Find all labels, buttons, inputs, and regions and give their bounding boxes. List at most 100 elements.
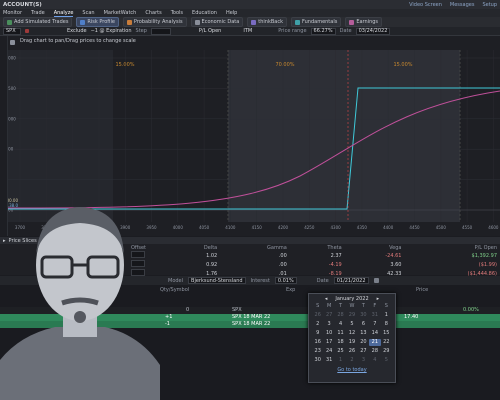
dropdown-arrow-icon[interactable] bbox=[25, 29, 29, 33]
calendar-day[interactable]: 2 bbox=[346, 357, 357, 364]
calendar-day[interactable]: 22 bbox=[381, 339, 392, 346]
interest-field[interactable]: 0.01% bbox=[274, 277, 297, 284]
menu-scan[interactable]: Scan bbox=[82, 10, 94, 16]
calendar-day[interactable]: 9 bbox=[312, 330, 323, 337]
fundamentals-tab[interactable]: Fundamentals bbox=[291, 17, 342, 27]
calendar-day[interactable]: 3 bbox=[323, 321, 334, 328]
economic-data-tab[interactable]: Economic Data bbox=[190, 17, 244, 27]
calendar-day[interactable]: 26 bbox=[346, 348, 357, 355]
date-field[interactable]: 03/24/2022 bbox=[355, 27, 391, 35]
x-tick-label: 4500 bbox=[436, 225, 447, 230]
x-tick-label: 4600 bbox=[488, 225, 499, 230]
prev-month-icon[interactable]: ◂ bbox=[325, 296, 328, 302]
price-range-field[interactable]: 66.27% bbox=[310, 27, 336, 35]
exclude-selector[interactable]: Exclude bbox=[67, 28, 87, 34]
calendar-day[interactable]: 14 bbox=[369, 330, 380, 337]
model-selector[interactable]: Bjerksund-Stensland bbox=[188, 277, 246, 284]
calendar-day[interactable]: 10 bbox=[323, 330, 334, 337]
x-tick-label: 4150 bbox=[252, 225, 263, 230]
menu-help[interactable]: Help bbox=[226, 10, 237, 16]
calendar-day[interactable]: 17 bbox=[323, 339, 334, 346]
calendar-day[interactable]: 3 bbox=[358, 357, 369, 364]
calendar-day[interactable]: 1 bbox=[381, 312, 392, 319]
calendar-weekday: W bbox=[349, 303, 355, 309]
bell-curve-icon bbox=[126, 19, 132, 25]
go-to-today-link[interactable]: Go to today bbox=[309, 367, 395, 373]
calendar-day[interactable]: 7 bbox=[369, 321, 380, 328]
chart-settings-icon[interactable] bbox=[10, 40, 15, 45]
presenter-webcam-overlay bbox=[0, 207, 160, 400]
calendar-day[interactable]: 30 bbox=[358, 312, 369, 319]
probability-analysis-tab[interactable]: Probability Analysis bbox=[122, 17, 187, 27]
cell-delta: 0.92 bbox=[206, 261, 218, 268]
calendar-day[interactable]: 30 bbox=[312, 357, 323, 364]
menu-trade[interactable]: Trade bbox=[31, 10, 45, 16]
menu-charts[interactable]: Charts bbox=[145, 10, 161, 16]
calendar-day[interactable]: 1 bbox=[335, 357, 346, 364]
x-tick-label: 4450 bbox=[409, 225, 420, 230]
calendar-day[interactable]: 13 bbox=[358, 330, 369, 337]
menu-tools[interactable]: Tools bbox=[171, 10, 183, 16]
cell-gamma: .00 bbox=[278, 261, 287, 268]
table-row[interactable]: 0.92 .00 -4.19 3.60 ($1.99) bbox=[128, 260, 500, 269]
calendar-month: January 2022 bbox=[335, 295, 369, 302]
calendar-day[interactable]: 5 bbox=[346, 321, 357, 328]
calendar-day[interactable]: 21 bbox=[369, 339, 381, 346]
calendar-day[interactable]: 25 bbox=[335, 348, 346, 355]
row-price: 17.40 bbox=[404, 314, 419, 320]
step-label: Step bbox=[135, 28, 147, 34]
calendar-day[interactable]: 18 bbox=[335, 339, 346, 346]
calendar-day[interactable]: 11 bbox=[335, 330, 346, 337]
expiration-selector[interactable]: −1 @ Expiration bbox=[91, 28, 132, 34]
calendar-day[interactable]: 15 bbox=[381, 330, 392, 337]
position-date-field[interactable]: 01/21/2022 bbox=[333, 277, 369, 284]
cell-vega: 3.60 bbox=[390, 261, 402, 268]
video-screen-link[interactable]: Video Screen bbox=[409, 2, 442, 8]
calendar-day[interactable]: 8 bbox=[381, 321, 392, 328]
calendar-day[interactable]: 28 bbox=[369, 348, 380, 355]
fundamentals-icon bbox=[295, 19, 301, 25]
calendar-day[interactable]: 26 bbox=[312, 312, 323, 319]
date-picker-popup[interactable]: ◂ January 2022 ▸ S M T W T F S 26 27 28 29 30 31 1 2 3 4… bbox=[308, 293, 396, 383]
table-row[interactable]: 1.02 .00 2.37 -24.61 $1,392.97 bbox=[128, 251, 500, 260]
add-simulated-trades-tab[interactable]: Add Simulated Trades bbox=[3, 17, 73, 27]
calendar-day[interactable]: 6 bbox=[358, 321, 369, 328]
calendar-day[interactable]: 12 bbox=[346, 330, 357, 337]
calendar-day[interactable]: 24 bbox=[323, 348, 334, 355]
menu-analyze[interactable]: Analyze bbox=[53, 10, 74, 17]
risk-profile-tab[interactable]: Risk Profile bbox=[76, 17, 119, 27]
x-tick-label: 4250 bbox=[304, 225, 315, 230]
setup-link[interactable]: Setup bbox=[482, 2, 497, 8]
probability-band-middle bbox=[228, 50, 460, 222]
menu-marketwatch[interactable]: MarketWatch bbox=[104, 10, 137, 16]
itm-selector[interactable]: ITM bbox=[243, 28, 252, 34]
pl-open-selector[interactable]: P/L Open bbox=[199, 28, 221, 34]
calendar-day[interactable]: 20 bbox=[358, 339, 369, 346]
thinkback-tab[interactable]: thinkBack bbox=[247, 17, 288, 27]
calendar-day[interactable]: 28 bbox=[335, 312, 346, 319]
calendar-day[interactable]: 4 bbox=[369, 357, 380, 364]
calendar-day[interactable]: 27 bbox=[358, 348, 369, 355]
calendar-icon[interactable] bbox=[373, 278, 379, 283]
step-field[interactable] bbox=[150, 27, 171, 35]
earnings-tab[interactable]: Earnings bbox=[345, 17, 383, 27]
calendar-day[interactable]: 5 bbox=[381, 357, 392, 364]
next-month-icon[interactable]: ▸ bbox=[377, 296, 380, 302]
calendar-day[interactable]: 19 bbox=[346, 339, 357, 346]
calendar-day[interactable]: 31 bbox=[323, 357, 334, 364]
menu-monitor[interactable]: Monitor bbox=[3, 10, 22, 16]
calendar-day[interactable]: 29 bbox=[346, 312, 357, 319]
calendar-day[interactable]: 31 bbox=[369, 312, 380, 319]
row-symbol: SPX bbox=[232, 307, 242, 313]
calendar-day[interactable]: 23 bbox=[312, 348, 323, 355]
calendar-day[interactable]: 16 bbox=[312, 339, 323, 346]
earnings-icon bbox=[349, 19, 355, 25]
menu-education[interactable]: Education bbox=[192, 10, 217, 16]
messages-link[interactable]: Messages bbox=[450, 2, 475, 8]
symbol-field[interactable]: SPX bbox=[3, 27, 21, 35]
calendar-day[interactable]: 2 bbox=[312, 321, 323, 328]
calendar-day[interactable]: 27 bbox=[323, 312, 334, 319]
row-pct: 0.00% bbox=[463, 307, 479, 313]
calendar-day[interactable]: 4 bbox=[335, 321, 346, 328]
calendar-day[interactable]: 29 bbox=[381, 348, 392, 355]
